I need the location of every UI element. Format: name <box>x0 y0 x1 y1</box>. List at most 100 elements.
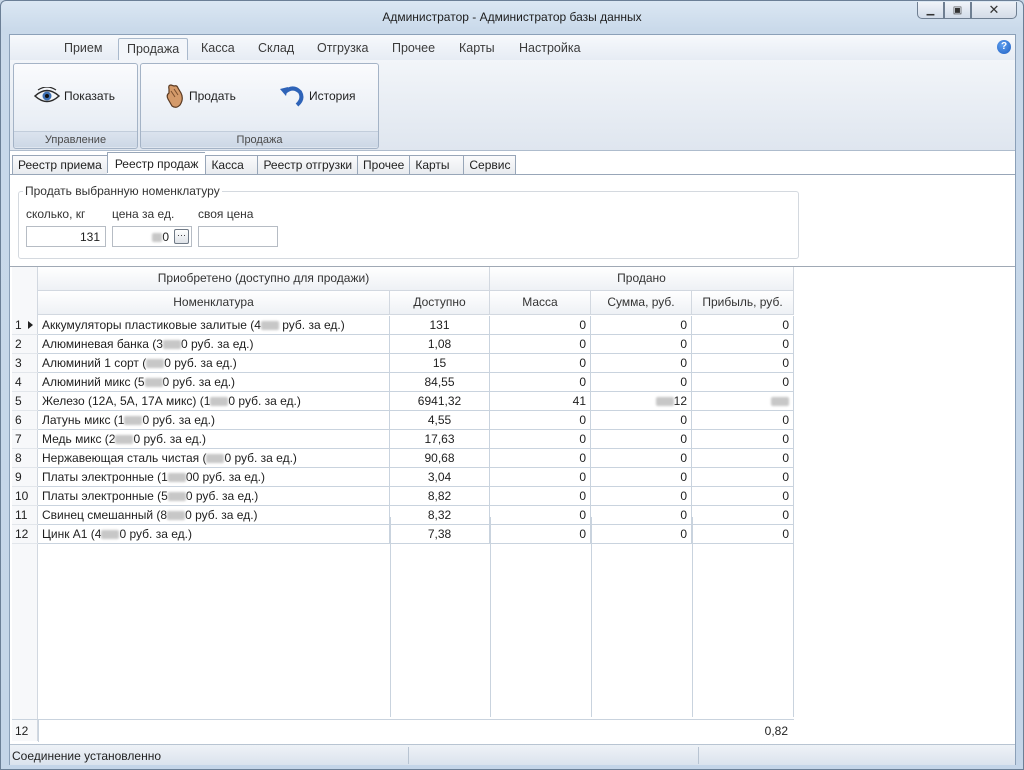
cell-mass[interactable]: 0 <box>490 506 591 525</box>
cell-sum[interactable]: 0 <box>591 354 692 373</box>
cell-avail[interactable]: 1,08 <box>390 335 490 354</box>
cell-profit[interactable]: 0 <box>692 449 794 468</box>
history-button[interactable]: История <box>279 82 356 110</box>
cell-sum[interactable]: 0 <box>591 487 692 506</box>
cell-profit[interactable]: 0 <box>692 487 794 506</box>
tab-kassa[interactable]: Касса <box>205 155 258 175</box>
cell-name[interactable]: Свинец смешанный (8 0 руб. за ед.) <box>38 506 390 525</box>
status-bar: Соединение установленно <box>10 744 1015 765</box>
cell-sum[interactable]: 0 <box>591 316 692 335</box>
client-area: Прием Продажа Касса Склад Отгрузка Проче… <box>9 34 1016 765</box>
blurred-price <box>124 416 143 426</box>
tab-prochee[interactable]: Прочее <box>357 155 410 175</box>
cell-sum[interactable]: 0 <box>591 449 692 468</box>
qty-input[interactable]: 131 <box>26 226 106 247</box>
sell-panel: Продать выбранную номенклатуру сколько, … <box>18 184 799 259</box>
price-blurred <box>152 233 163 243</box>
tab-reestr-otgruzki[interactable]: Реестр отгрузки <box>257 155 358 175</box>
cell-profit[interactable]: 0 <box>692 525 794 544</box>
tab-servis[interactable]: Сервис <box>463 155 517 175</box>
ribbon-tab-sklad[interactable]: Склад <box>250 38 302 60</box>
price-picker-button[interactable]: ··· <box>174 229 189 244</box>
cell-name[interactable]: Алюминевая банка (3 0 руб. за ед.) <box>38 335 390 354</box>
cell-sum[interactable]: 12 <box>591 392 692 411</box>
cell-name[interactable]: Цинк А1 (4 0 руб. за ед.) <box>38 525 390 544</box>
cell-profit[interactable]: 0 <box>692 430 794 449</box>
cell-profit[interactable]: 0 <box>692 316 794 335</box>
cell-mass[interactable]: 0 <box>490 335 591 354</box>
cell-avail[interactable]: 131 <box>390 316 490 335</box>
cell-name[interactable]: Медь микс (2 0 руб. за ед.) <box>38 430 390 449</box>
help-icon[interactable]: ? <box>997 40 1011 54</box>
cell-sum[interactable]: 0 <box>591 411 692 430</box>
cell-profit[interactable]: 0 <box>692 373 794 392</box>
cell-avail[interactable]: 15 <box>390 354 490 373</box>
col-header-available[interactable]: Доступно <box>390 291 490 315</box>
cell-mass[interactable]: 0 <box>490 487 591 506</box>
cell-avail[interactable]: 7,38 <box>390 525 490 544</box>
close-button[interactable]: ✕ <box>971 2 1017 19</box>
cell-profit[interactable]: 0 <box>692 335 794 354</box>
tab-reestr-prodazh[interactable]: Реестр продаж <box>106 152 206 173</box>
tab-karty[interactable]: Карты <box>409 155 464 175</box>
cell-name[interactable]: Алюминий микс (5 0 руб. за ед.) <box>38 373 390 392</box>
cell-mass[interactable]: 0 <box>490 354 591 373</box>
cell-profit[interactable]: 0 <box>692 354 794 373</box>
col-header-sum[interactable]: Сумма, руб. <box>591 291 692 315</box>
cell-avail[interactable]: 90,68 <box>390 449 490 468</box>
cell-name[interactable]: Платы электронные (5 0 руб. за ед.) <box>38 487 390 506</box>
cell-sum[interactable]: 0 <box>591 335 692 354</box>
ribbon-tab-kassa[interactable]: Касса <box>193 38 243 60</box>
show-button[interactable]: Показать <box>34 82 115 110</box>
cell-mass[interactable]: 0 <box>490 525 591 544</box>
cell-mass[interactable]: 0 <box>490 411 591 430</box>
ribbon-tab-nastroika[interactable]: Настройка <box>511 38 589 60</box>
cell-profit[interactable]: 0 <box>692 468 794 487</box>
ribbon-tab-priem[interactable]: Прием <box>56 38 110 60</box>
group-label-upravlenie: Управление <box>14 131 137 147</box>
blurred-price <box>260 321 279 331</box>
cell-name[interactable]: Аккумуляторы пластиковые залитые (4 руб.… <box>38 316 390 335</box>
col-header-profit[interactable]: Прибыль, руб. <box>692 291 794 315</box>
cell-name[interactable]: Алюминий 1 сорт (0 руб. за ед.) <box>38 354 390 373</box>
cell-name[interactable]: Латунь микс (1 0 руб. за ед.) <box>38 411 390 430</box>
ribbon-tab-prodazha[interactable]: Продажа <box>118 38 189 60</box>
cell-name[interactable]: Платы электронные (1 00 руб. за ед.) <box>38 468 390 487</box>
cell-avail[interactable]: 8,32 <box>390 506 490 525</box>
cell-avail[interactable]: 84,55 <box>390 373 490 392</box>
cell-avail[interactable]: 17,63 <box>390 430 490 449</box>
cell-profit[interactable]: 0 <box>692 506 794 525</box>
cell-mass[interactable]: 41 <box>490 392 591 411</box>
blurred-price <box>167 511 186 521</box>
col-header-name[interactable]: Номенклатура <box>38 291 390 315</box>
minimize-button[interactable]: ▁ <box>917 2 944 19</box>
cell-sum[interactable]: 0 <box>591 525 692 544</box>
ribbon-tab-karty[interactable]: Карты <box>451 38 503 60</box>
cell-mass[interactable]: 0 <box>490 468 591 487</box>
tab-reestr-priema[interactable]: Реестр приема <box>12 155 107 175</box>
cell-mass[interactable]: 0 <box>490 430 591 449</box>
cell-avail[interactable]: 4,55 <box>390 411 490 430</box>
ribbon-tab-otgruzka[interactable]: Отгрузка <box>309 38 377 60</box>
cell-sum[interactable]: 0 <box>591 373 692 392</box>
cell-name[interactable]: Нержавеющая сталь чистая (0 руб. за ед.) <box>38 449 390 468</box>
cell-avail[interactable]: 3,04 <box>390 468 490 487</box>
col-header-mass[interactable]: Масса <box>490 291 591 315</box>
cell-sum[interactable]: 0 <box>591 468 692 487</box>
cell-profit[interactable]: 0 <box>692 411 794 430</box>
blurred-price <box>206 454 225 464</box>
undo-arrow-icon <box>280 86 304 107</box>
maximize-button[interactable]: ▣ <box>944 2 971 19</box>
ribbon-tab-prochee[interactable]: Прочее <box>384 38 443 60</box>
cell-name[interactable]: Железо (12А, 5А, 17А микс) (1 0 руб. за е… <box>38 392 390 411</box>
cell-mass[interactable]: 0 <box>490 449 591 468</box>
cell-avail[interactable]: 8,82 <box>390 487 490 506</box>
cell-sum[interactable]: 0 <box>591 506 692 525</box>
cell-mass[interactable]: 0 <box>490 373 591 392</box>
cell-avail[interactable]: 6941,32 <box>390 392 490 411</box>
cell-sum[interactable]: 0 <box>591 430 692 449</box>
cell-mass[interactable]: 0 <box>490 316 591 335</box>
own-price-input[interactable] <box>198 226 278 247</box>
sell-button[interactable]: Продать <box>165 82 236 110</box>
cell-profit[interactable] <box>692 392 794 411</box>
